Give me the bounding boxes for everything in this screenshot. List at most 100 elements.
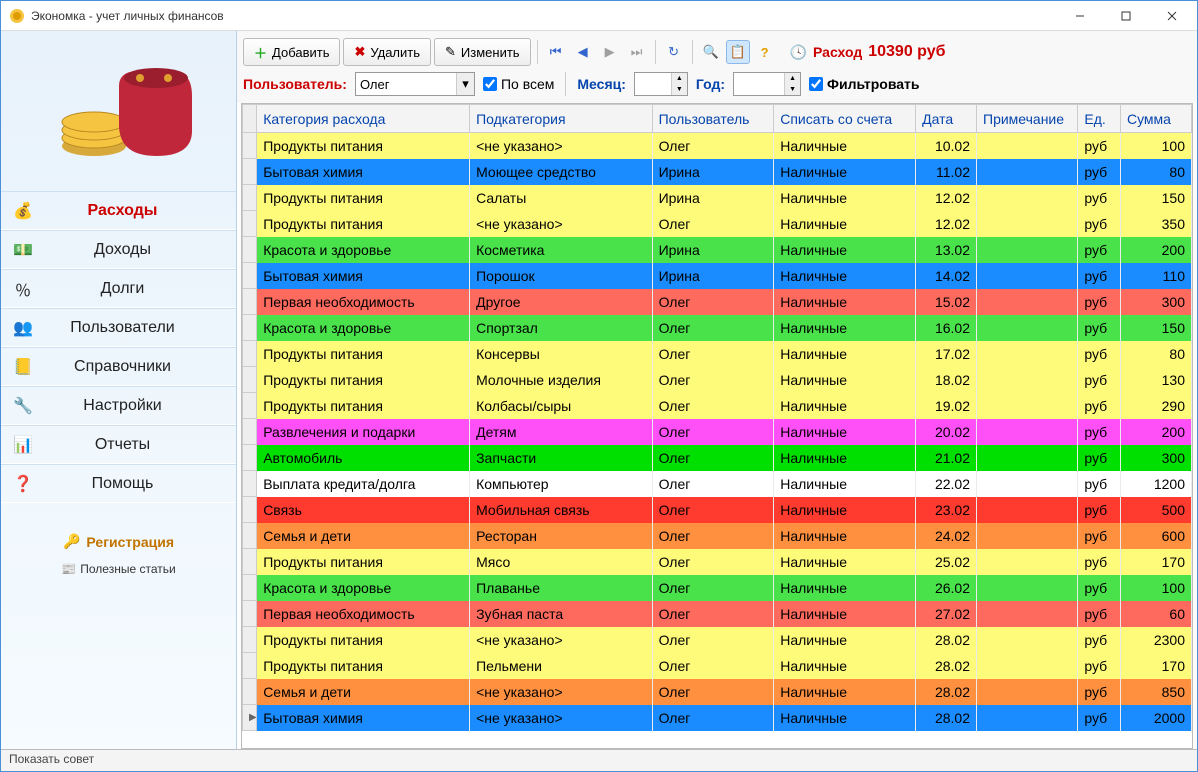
minimize-button[interactable] — [1057, 2, 1103, 30]
cell-sum: 300 — [1120, 289, 1191, 315]
month-spinner[interactable]: ▲▼ — [634, 72, 688, 96]
sidebar-item-1[interactable]: 💵Доходы — [1, 230, 236, 269]
expenses-grid[interactable]: Категория расходаПодкатегорияПользовател… — [241, 103, 1193, 749]
next-record-button[interactable]: ▶ — [598, 40, 622, 64]
cell-acc: Наличные — [774, 289, 916, 315]
sidebar-item-6[interactable]: 📊Отчеты — [1, 425, 236, 464]
col-header-1[interactable]: Подкатегория — [470, 105, 652, 133]
year-label: Год: — [696, 76, 725, 92]
status-bar[interactable]: Показать совет — [1, 749, 1197, 771]
articles-link[interactable]: 📰 Полезные статьи — [1, 562, 236, 576]
search-button[interactable]: 🔍 — [699, 40, 723, 64]
cell-user: Олег — [652, 679, 774, 705]
cell-user: Олег — [652, 471, 774, 497]
table-row[interactable]: Красота и здоровьеСпортзалОлегНаличные16… — [243, 315, 1192, 341]
table-row[interactable]: Продукты питанияКонсервыОлегНаличные17.0… — [243, 341, 1192, 367]
down-icon[interactable]: ▼ — [785, 84, 800, 95]
cell-user: Ирина — [652, 159, 774, 185]
cell-sum: 350 — [1120, 211, 1191, 237]
all-users-checkbox[interactable]: По всем — [483, 76, 554, 92]
refresh-button[interactable]: ↻ — [662, 40, 686, 64]
cell-ed: руб — [1078, 627, 1121, 653]
prev-record-button[interactable]: ◀ — [571, 40, 595, 64]
maximize-button[interactable] — [1103, 2, 1149, 30]
cell-acc: Наличные — [774, 367, 916, 393]
table-row[interactable]: ▶Бытовая химия<не указано>ОлегНаличные28… — [243, 705, 1192, 731]
cell-ed: руб — [1078, 211, 1121, 237]
col-header-0[interactable]: Категория расхода — [257, 105, 470, 133]
cell-user: Олег — [652, 575, 774, 601]
articles-label: Полезные статьи — [80, 562, 175, 576]
sidebar-item-3[interactable]: 👥Пользователи — [1, 308, 236, 347]
cell-sum: 150 — [1120, 185, 1191, 211]
sidebar-item-4[interactable]: 📒Справочники — [1, 347, 236, 386]
table-row[interactable]: АвтомобильЗапчастиОлегНаличные21.02руб30… — [243, 445, 1192, 471]
table-row[interactable]: Продукты питания<не указано>ОлегНаличные… — [243, 133, 1192, 159]
chevron-down-icon[interactable]: ▾ — [456, 73, 474, 95]
cell-sub: Зубная паста — [470, 601, 652, 627]
registration-link[interactable]: 🔑 Регистрация — [1, 533, 236, 550]
sidebar-item-7[interactable]: ❓Помощь — [1, 464, 236, 503]
add-button[interactable]: ＋Добавить — [243, 38, 340, 66]
cell-cat: Красота и здоровье — [257, 315, 470, 341]
cell-sub: Салаты — [470, 185, 652, 211]
table-row[interactable]: Выплата кредита/долгаКомпьютерОлегНаличн… — [243, 471, 1192, 497]
down-icon[interactable]: ▼ — [672, 84, 687, 95]
table-row[interactable]: Первая необходимостьДругоеОлегНаличные15… — [243, 289, 1192, 315]
col-header-3[interactable]: Списать со счета — [774, 105, 916, 133]
cell-sum: 850 — [1120, 679, 1191, 705]
table-row[interactable]: Первая необходимостьЗубная пастаОлегНали… — [243, 601, 1192, 627]
cell-sub: Консервы — [470, 341, 652, 367]
cell-ed: руб — [1078, 497, 1121, 523]
col-header-5[interactable]: Примечание — [977, 105, 1078, 133]
cell-sub: <не указано> — [470, 705, 652, 731]
table-row[interactable]: Развлечения и подаркиДетямОлегНаличные20… — [243, 419, 1192, 445]
table-row[interactable]: Продукты питанияМолочные изделияОлегНали… — [243, 367, 1192, 393]
delete-button[interactable]: ✖Удалить — [343, 38, 431, 66]
year-spinner[interactable]: ▲▼ — [733, 72, 801, 96]
sidebar-item-0[interactable]: 💰Расходы — [1, 191, 236, 230]
sidebar-item-5[interactable]: 🔧Настройки — [1, 386, 236, 425]
cell-cat: Красота и здоровье — [257, 237, 470, 263]
table-row[interactable]: Продукты питания<не указано>ОлегНаличные… — [243, 627, 1192, 653]
cell-sub: Колбасы/сыры — [470, 393, 652, 419]
cell-note — [977, 367, 1078, 393]
cell-sub: Мясо — [470, 549, 652, 575]
table-row[interactable]: Бытовая химияМоющее средствоИринаНаличны… — [243, 159, 1192, 185]
user-select[interactable]: ▾ — [355, 72, 475, 96]
first-record-button[interactable]: ⏮ — [544, 40, 568, 64]
col-header-2[interactable]: Пользователь — [652, 105, 774, 133]
cell-ed: руб — [1078, 159, 1121, 185]
nav-icon: 🔧 — [11, 394, 35, 418]
table-row[interactable]: Продукты питания<не указано>ОлегНаличные… — [243, 211, 1192, 237]
cell-sum: 100 — [1120, 575, 1191, 601]
cell-acc: Наличные — [774, 185, 916, 211]
table-row[interactable]: Продукты питанияМясоОлегНаличные25.02руб… — [243, 549, 1192, 575]
cell-cat: Бытовая химия — [257, 159, 470, 185]
table-row[interactable]: СвязьМобильная связьОлегНаличные23.02руб… — [243, 497, 1192, 523]
cell-ed: руб — [1078, 393, 1121, 419]
table-row[interactable]: Семья и дети<не указано>ОлегНаличные28.0… — [243, 679, 1192, 705]
col-header-6[interactable]: Ед. — [1078, 105, 1121, 133]
table-row[interactable]: Красота и здоровьеКосметикаИринаНаличные… — [243, 237, 1192, 263]
cell-acc: Наличные — [774, 445, 916, 471]
close-button[interactable] — [1149, 2, 1195, 30]
edit-button[interactable]: ✎Изменить — [434, 38, 531, 66]
sidebar-item-2[interactable]: ％Долги — [1, 269, 236, 308]
cell-sub: Порошок — [470, 263, 652, 289]
table-row[interactable]: Продукты питанияСалатыИринаНаличные12.02… — [243, 185, 1192, 211]
up-icon[interactable]: ▲ — [672, 73, 687, 84]
help-button[interactable]: ? — [753, 40, 777, 64]
up-icon[interactable]: ▲ — [785, 73, 800, 84]
copy-button[interactable]: 📋 — [726, 40, 750, 64]
col-header-7[interactable]: Сумма — [1120, 105, 1191, 133]
filter-checkbox[interactable]: Фильтровать — [809, 76, 919, 92]
table-row[interactable]: Продукты питанияПельмениОлегНаличные28.0… — [243, 653, 1192, 679]
table-row[interactable]: Бытовая химияПорошокИринаНаличные14.02ру… — [243, 263, 1192, 289]
table-row[interactable]: Семья и детиРесторанОлегНаличные24.02руб… — [243, 523, 1192, 549]
table-row[interactable]: Продукты питанияКолбасы/сырыОлегНаличные… — [243, 393, 1192, 419]
last-record-button[interactable]: ⏭ — [625, 40, 649, 64]
table-row[interactable]: Красота и здоровьеПлаваньеОлегНаличные26… — [243, 575, 1192, 601]
user-select-input[interactable] — [356, 77, 456, 92]
col-header-4[interactable]: Дата — [916, 105, 977, 133]
